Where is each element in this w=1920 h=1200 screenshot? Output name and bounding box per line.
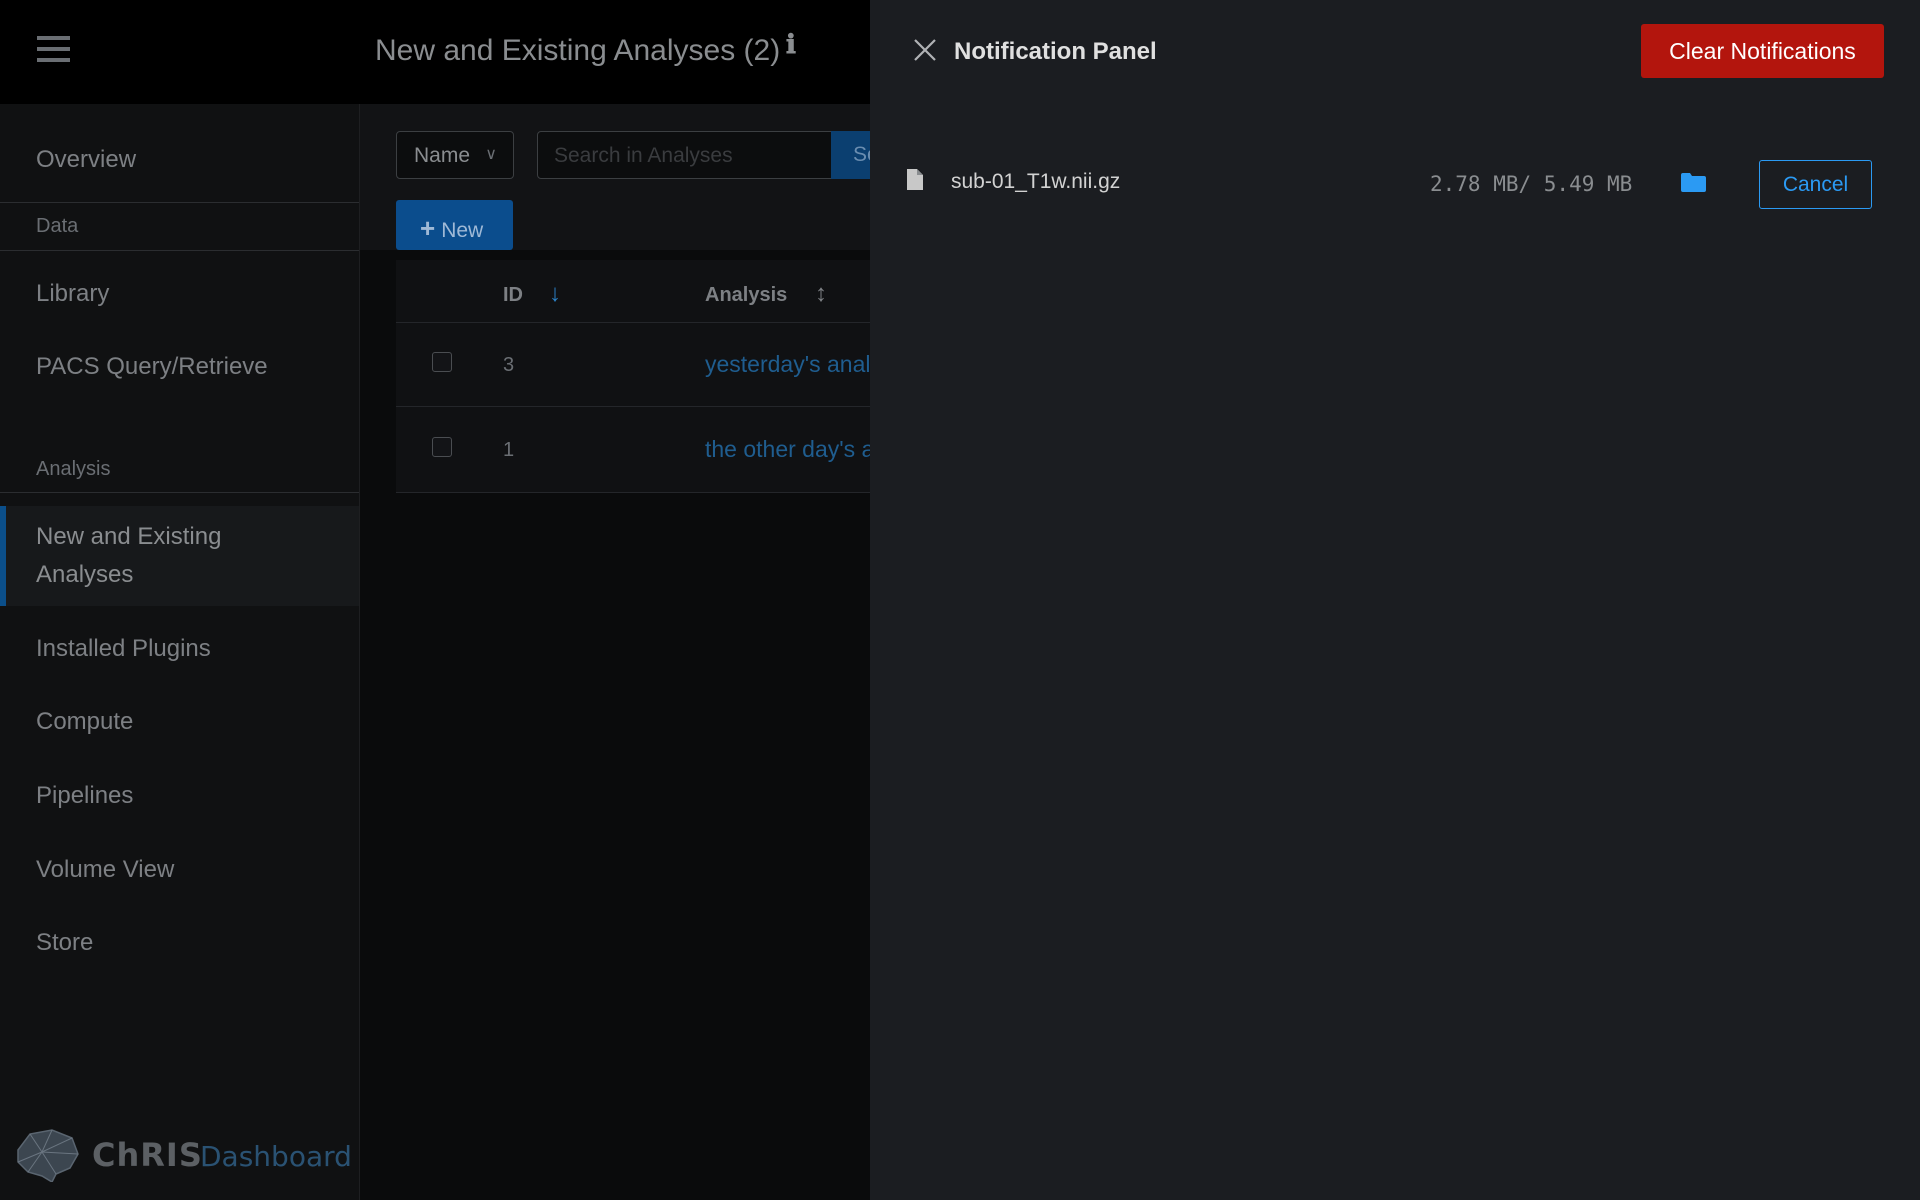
row-divider bbox=[396, 492, 870, 493]
panel-title: Notification Panel bbox=[954, 38, 1157, 65]
clear-notifications-button[interactable]: Clear Notifications bbox=[1641, 24, 1884, 78]
upload-progress-text: 2.78 MB/ 5.49 MB bbox=[1430, 172, 1633, 196]
close-icon[interactable] bbox=[912, 37, 938, 63]
masthead: New and Existing Analyses (2) ℹ bbox=[0, 0, 870, 104]
analysis-link[interactable]: yesterday's analysis bbox=[705, 351, 870, 378]
sidebar-item-library[interactable]: Library bbox=[36, 275, 109, 313]
sort-icon[interactable]: ↕ bbox=[815, 280, 827, 308]
search-input[interactable]: Search in Analyses bbox=[537, 131, 832, 179]
row-divider bbox=[396, 322, 870, 323]
sidebar-item-compute[interactable]: Compute bbox=[36, 703, 133, 741]
logo-text: ChRIS bbox=[92, 1136, 203, 1174]
column-header-id[interactable]: ID bbox=[503, 284, 523, 307]
row-divider bbox=[396, 406, 870, 407]
analysis-link[interactable]: the other day's analysis bbox=[705, 436, 870, 463]
row-checkbox[interactable] bbox=[432, 437, 452, 457]
sidebar-item-volume-view[interactable]: Volume View bbox=[36, 851, 174, 889]
table-cell-id: 1 bbox=[503, 439, 515, 461]
sidebar-item-label: Analyses bbox=[36, 561, 134, 588]
file-icon bbox=[907, 169, 923, 190]
table-cell-id: 3 bbox=[503, 354, 515, 376]
plus-icon: + bbox=[420, 213, 436, 243]
sidebar-item-installed-plugins[interactable]: Installed Plugins bbox=[36, 630, 211, 668]
sidebar-section-analysis: Analysis bbox=[36, 458, 111, 480]
page-title: New and Existing Analyses (2) bbox=[375, 34, 781, 67]
new-button-label: New bbox=[441, 219, 484, 242]
sidebar-item-overview[interactable]: Overview bbox=[36, 141, 136, 179]
sidebar-item-pipelines[interactable]: Pipelines bbox=[36, 777, 133, 815]
new-analysis-button[interactable]: + New bbox=[396, 200, 513, 250]
sidebar-divider bbox=[0, 202, 359, 203]
sidebar-divider bbox=[0, 492, 359, 493]
info-icon[interactable]: ℹ bbox=[786, 30, 796, 60]
sidebar-item-store[interactable]: Store bbox=[36, 924, 93, 962]
chris-logo-icon bbox=[17, 1129, 79, 1182]
hamburger-menu-icon[interactable] bbox=[37, 36, 70, 66]
chevron-down-icon: ∨ bbox=[485, 146, 497, 163]
sort-down-icon[interactable]: ↓ bbox=[549, 280, 561, 308]
logo-subtitle: Dashboard bbox=[200, 1140, 352, 1173]
sidebar-active-indicator bbox=[0, 506, 6, 606]
sidebar-section-data: Data bbox=[36, 215, 79, 237]
folder-icon[interactable] bbox=[1681, 172, 1706, 192]
notification-file-name: sub-01_T1w.nii.gz bbox=[951, 170, 1121, 193]
search-button[interactable]: Se bbox=[831, 131, 870, 179]
sidebar-item-pacs[interactable]: PACS Query/Retrieve bbox=[36, 348, 268, 386]
filter-select[interactable]: Name ∨ bbox=[396, 131, 514, 179]
filter-select-value: Name bbox=[414, 144, 471, 167]
row-checkbox[interactable] bbox=[432, 352, 452, 372]
sidebar-item-analyses[interactable]: New and Existing Analyses bbox=[36, 518, 221, 594]
sidebar-divider bbox=[0, 250, 359, 251]
cancel-upload-button[interactable]: Cancel bbox=[1759, 160, 1872, 209]
sidebar-item-label: New and Existing bbox=[36, 523, 222, 550]
column-header-analysis[interactable]: Analysis bbox=[705, 284, 787, 307]
